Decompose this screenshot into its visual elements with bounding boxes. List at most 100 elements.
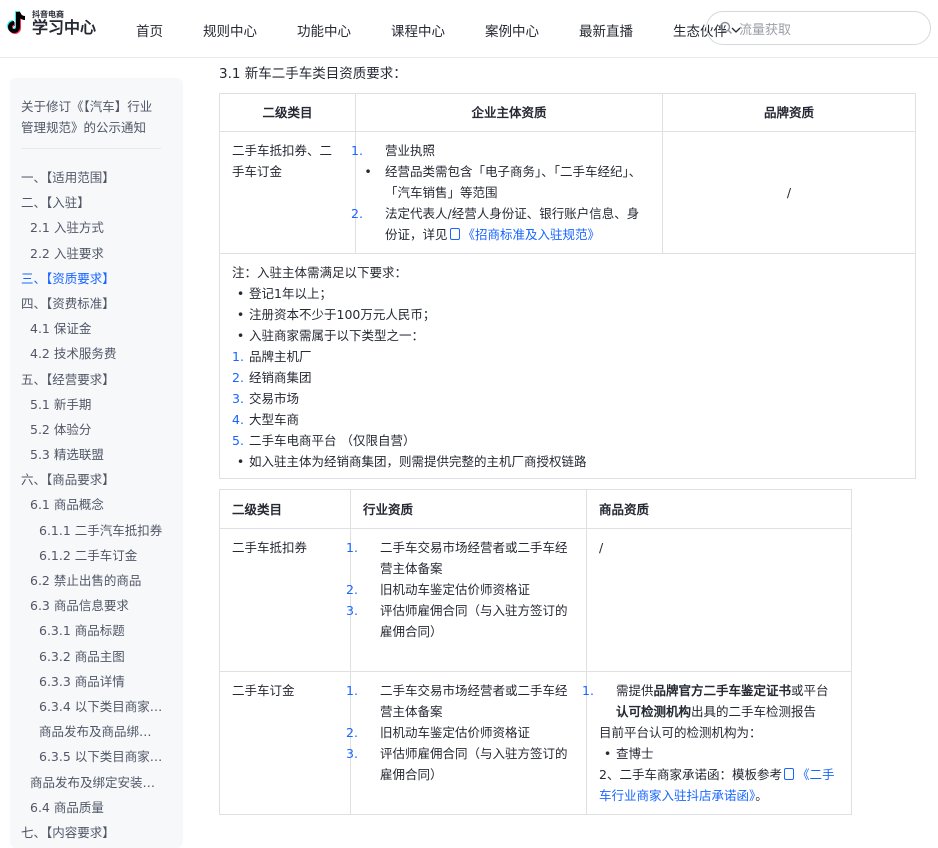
list-number: 3. [363,743,380,764]
bold-text: 认可检测机构 [616,704,691,719]
list-item: 评估师雇佣合同（与入驻方签订的雇佣合同） [380,746,568,782]
document-icon [450,228,460,240]
standards-link[interactable]: 《招商标准及入驻规范》 [463,227,601,242]
col-header: 商品资质 [587,490,852,529]
list-number: 1. [232,346,249,367]
toc-item[interactable]: 七、【内容要求】 [21,820,183,845]
toc-item[interactable]: 5.3 精选联盟 [21,442,183,467]
list-item: 二手车交易市场经营者或二手车经营主体备案 [380,683,568,719]
col-header: 二级类目 [220,490,351,529]
nav-rules[interactable]: 规则中心 [203,20,257,40]
col-header: 行业资质 [351,490,587,529]
list-item: 营业执照 [385,143,435,158]
brand-qualification-cell: / [663,132,916,254]
list-number: 5. [232,430,249,451]
text: 或平台 [791,683,829,698]
list-item: 二手车电商平台 （仅限自营） [249,433,415,448]
qualification-table-2: 二级类目 行业资质 商品资质 二手车抵扣券 1.二手车交易市场经营者或二手车经营… [219,489,852,815]
list-item: 交易市场 [249,391,299,406]
list-number: 2. [368,203,385,224]
category-cell: 二手车订金 [220,672,351,815]
search-input[interactable]: 流量获取 [706,11,931,45]
toc-item[interactable]: 2.1 入驻方式 [21,215,183,240]
toc-list: 一、【适用范围】二、【入驻】2.1 入驻方式2.2 入驻要求三、【资质要求】四、… [21,165,183,845]
toc-item[interactable]: 4.2 技术服务费 [21,341,183,366]
nav-live[interactable]: 最新直播 [579,20,633,40]
list-number: 2. [363,579,380,600]
table-row: 二手车抵扣券、二手车订金 1.营业执照 •经营品类需包含「电子商务」、「二手车经… [220,132,916,254]
search-placeholder: 流量获取 [739,19,791,38]
text: 出具的二手车检测报告 [691,704,816,719]
toc-item[interactable]: 6.1.1 二手汽车抵扣券 [21,518,183,543]
toc-item[interactable]: 6.3.2 商品主图 [21,644,183,669]
toc-item[interactable]: 6.1.2 二手车订金 [21,543,183,568]
list-item: 登记1年以上； [249,286,332,301]
product-qualification-cell: / [587,529,852,672]
nav-courses[interactable]: 课程中心 [391,20,445,40]
product-qualification-cell: 1.需提供品牌官方二手车鉴定证书或平台认可检测机构出具的二手车检测报告 目前平台… [587,672,852,815]
main-content: 3.1 新车二手车类目资质要求： 二级类目 企业主体资质 品牌资质 二手车抵扣券… [219,62,916,815]
list-number: 1. [363,537,380,558]
bullet: • [232,325,249,346]
list-item: 经销商集团 [249,370,312,385]
top-header: 抖音电商学习中心 首页 规则中心 功能中心 课程中心 案例中心 最新直播 生态伙… [0,0,938,58]
list-item: 入驻商家需属于以下类型之一： [249,328,424,343]
table-row: 二手车抵扣券 1.二手车交易市场经营者或二手车经营主体备案 2.旧机动车鉴定估价… [220,529,852,672]
search-icon [719,21,733,35]
col-header: 品牌资质 [663,94,916,132]
entity-qualification-cell: 1.营业执照 •经营品类需包含「电子商务」、「二手车经纪」、「汽车销售」等范围 … [356,132,663,254]
brand-title: 学习中心 [32,19,96,37]
toc-item[interactable]: 商品发布及商品绑… [21,719,183,744]
bullet: • [232,451,249,472]
list-item: 旧机动车鉴定估价师资格证 [380,582,530,597]
note-cell: 注：入驻主体需满足以下要求： •登记1年以上； •注册资本不少于100万元人民币… [220,254,916,479]
nav-features[interactable]: 功能中心 [297,20,351,40]
list-item: 经营品类需包含「电子商务」、「二手车经纪」、「汽车销售」等范围 [385,164,641,200]
bullet: • [232,304,249,325]
main-nav: 首页 规则中心 功能中心 课程中心 案例中心 最新直播 生态伙伴 [136,20,781,40]
logo[interactable]: 抖音电商学习中心 [6,10,96,37]
nav-cases[interactable]: 案例中心 [485,20,539,40]
toc-item[interactable]: 6.3.1 商品标题 [21,618,183,643]
toc-item[interactable]: 2.2 入驻要求 [21,241,183,266]
text: 2、二手车商家承诺函：模板参考 [599,767,782,782]
toc-item[interactable]: 二、【入驻】 [21,190,183,215]
list-number: 1. [368,140,385,161]
text: 。 [755,788,768,803]
category-cell: 二手车抵扣券 [220,529,351,672]
toc-item[interactable]: 6.2 禁止出售的商品 [21,568,183,593]
toc-item[interactable]: 4.1 保证金 [21,316,183,341]
bold-text: 品牌官方二手车鉴定证书 [654,683,792,698]
list-item: 查博士 [616,746,654,761]
bullet: • [599,743,616,764]
toc-item[interactable]: 6.3.3 商品详情 [21,669,183,694]
list-item: 评估师雇佣合同（与入驻方签订的雇佣合同） [380,603,568,639]
toc-item[interactable]: 5.1 新手期 [21,392,183,417]
toc-item[interactable]: 6.3.5 以下类目商家… [21,744,183,769]
text: 需提供 [616,683,654,698]
list-item: 如入驻主体为经销商集团，则需提供完整的主机厂商授权链路 [249,454,587,469]
bullet: • [232,283,249,304]
list-item: 品牌主机厂 [249,349,312,364]
industry-qualification-cell: 1.二手车交易市场经营者或二手车经营主体备案 2.旧机动车鉴定估价师资格证 3.… [351,672,587,815]
col-header: 二级类目 [220,94,356,132]
toc-item[interactable]: 5.2 体验分 [21,417,183,442]
list-item: 大型车商 [249,412,299,427]
list-item: 旧机动车鉴定估价师资格证 [380,725,530,740]
toc-item[interactable]: 商品发布及绑定安装… [21,770,183,795]
list-item: 二手车交易市场经营者或二手车经营主体备案 [380,540,568,576]
toc-item[interactable]: 6.3 商品信息要求 [21,593,183,618]
toc-item[interactable]: 6.3.4 以下类目商家… [21,694,183,719]
toc-item[interactable]: 五、【经营要求】 [21,367,183,392]
list-number: 3. [363,600,380,621]
douyin-logo-icon [6,11,28,37]
toc-item[interactable]: 6.1 商品概念 [21,492,183,517]
qualification-table-1: 二级类目 企业主体资质 品牌资质 二手车抵扣券、二手车订金 1.营业执照 •经营… [219,93,916,479]
toc-item[interactable]: 四、【资费标准】 [21,291,183,316]
list-number: 2. [363,722,380,743]
toc-item[interactable]: 一、【适用范围】 [21,165,183,190]
toc-item[interactable]: 六、【商品要求】 [21,467,183,492]
nav-home[interactable]: 首页 [136,20,163,40]
toc-item[interactable]: 6.4 商品质量 [21,795,183,820]
toc-item[interactable]: 三、【资质要求】 [21,266,183,291]
